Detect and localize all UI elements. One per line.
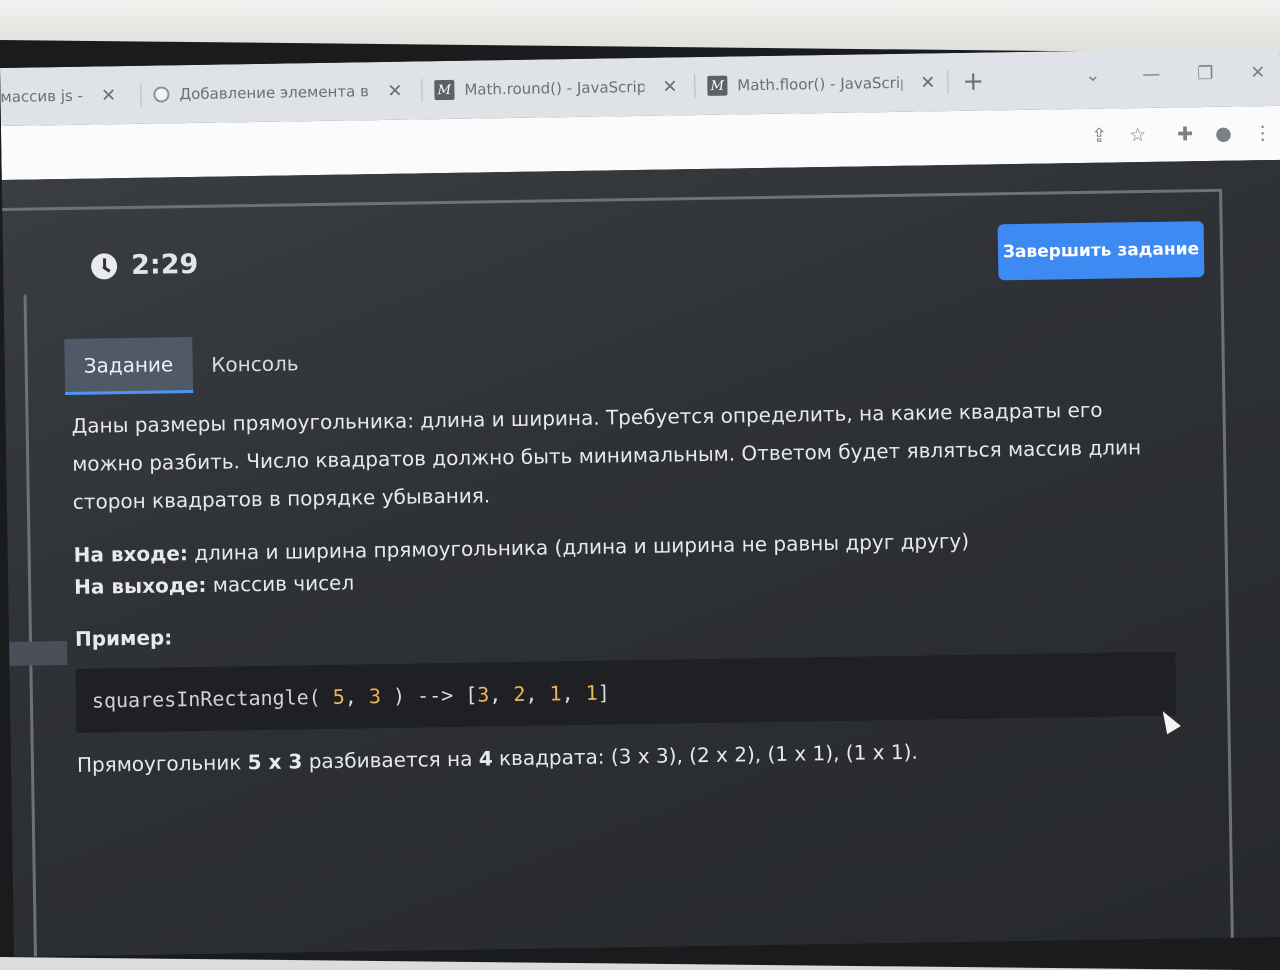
code-punct: ] <box>597 680 610 705</box>
mdn-icon: M <box>434 79 455 101</box>
tab-console[interactable]: Консоль <box>192 335 318 393</box>
code-punct: ) --> [ <box>392 682 478 708</box>
share-icon[interactable]: ⇪ <box>1091 125 1107 147</box>
mdn-icon: M <box>707 75 728 96</box>
restore-icon[interactable]: ❐ <box>1197 63 1213 84</box>
close-icon[interactable]: ✕ <box>101 85 116 106</box>
code-example: squaresInRectangle( 5, 3 ) --> [3, 2, 1,… <box>75 651 1177 733</box>
browser-tab-3[interactable]: M Math.round() - JavaScript | ✕ <box>422 66 695 110</box>
clock-icon <box>90 252 118 280</box>
code-arg: 3 <box>368 684 382 709</box>
timer: 2:29 <box>90 248 199 282</box>
code-punct: , <box>344 684 358 709</box>
task-page: 2:29 Завершить задание Задание Консоль Д… <box>0 159 1280 957</box>
result-dims: 5 x 3 <box>247 749 303 775</box>
tab-title: Math.round() - JavaScript | <box>464 77 645 99</box>
task-description: Даны размеры прямоугольника: длина и шир… <box>71 397 1142 514</box>
browser-tab-2[interactable]: Добавление элемента в м ✕ <box>141 70 422 114</box>
extensions-icon[interactable]: ✚ <box>1177 123 1193 145</box>
result-text: Прямоугольник <box>76 750 242 777</box>
close-icon[interactable]: ✕ <box>662 76 677 97</box>
io-section: На входе: длина и ширина прямоугольника … <box>73 522 1164 603</box>
browser-tab-4[interactable]: M Math.floor() - JavaScript | ✕ <box>695 62 948 106</box>
code-result: 2 <box>513 681 526 707</box>
close-icon[interactable]: ✕ <box>387 80 402 101</box>
close-icon[interactable]: ✕ <box>920 72 935 93</box>
input-label: На входе: <box>73 541 189 567</box>
tab-search-icon[interactable]: ⌄ <box>1085 65 1100 86</box>
timer-value: 2:29 <box>130 248 199 281</box>
tab-title: массив js - <box>0 86 84 106</box>
tab-title: Добавление элемента в м <box>179 82 370 104</box>
finish-task-button[interactable]: Завершить задание <box>997 221 1205 281</box>
spiral-icon <box>153 86 170 103</box>
code-result: 3 <box>477 682 490 707</box>
code-result: 1 <box>585 680 598 705</box>
code-arg: 5 <box>332 684 345 709</box>
screen: массив js - ✕ Добавление элемента в м ✕ … <box>0 47 1280 957</box>
profile-icon[interactable]: ● <box>1215 123 1232 145</box>
output-text: массив чисел <box>212 570 355 597</box>
task-content: Даны размеры прямоугольника: длина и шир… <box>71 390 1177 777</box>
tab-task[interactable]: Задание <box>64 337 193 396</box>
task-tabs: Задание Консоль <box>64 335 318 396</box>
star-icon[interactable]: ☆ <box>1129 124 1146 146</box>
result-text: разбивается на <box>308 746 473 774</box>
code-fn: squaresInRectangle( <box>91 685 321 713</box>
close-window-icon[interactable]: ✕ <box>1250 62 1265 83</box>
tab-title: Math.floor() - JavaScript | <box>737 73 903 95</box>
sidebar-marker <box>9 641 68 666</box>
output-label: На выходе: <box>73 572 207 599</box>
menu-icon[interactable]: ⋮ <box>1253 122 1272 144</box>
result-count: 4 <box>478 746 493 771</box>
browser-tab-1[interactable]: массив js - ✕ <box>0 75 141 117</box>
example-heading: Пример: <box>74 625 173 651</box>
new-tab-button[interactable]: + <box>962 67 984 97</box>
code-result: 1 <box>549 681 562 706</box>
minimize-icon[interactable]: — <box>1142 64 1160 85</box>
